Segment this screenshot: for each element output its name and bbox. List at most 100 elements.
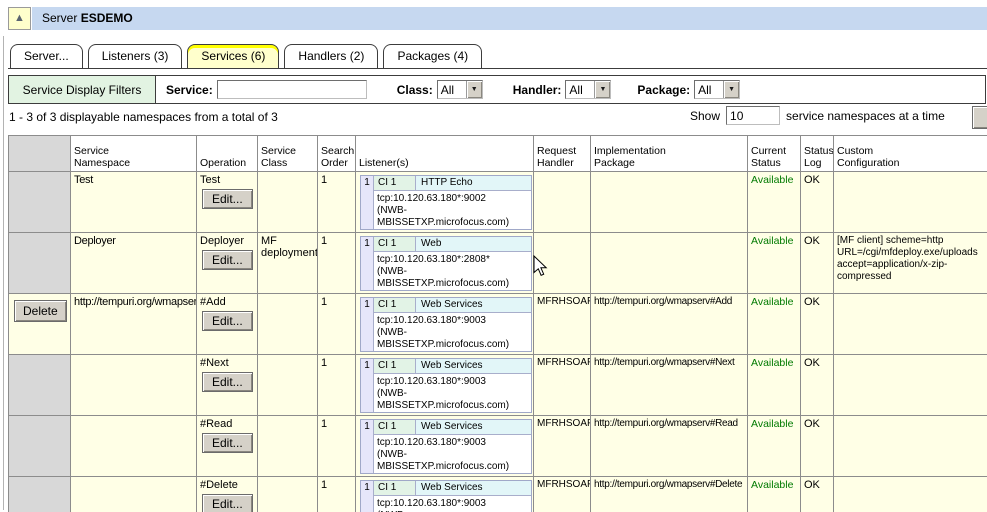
listener-box: 1 CI 1 Web tcp:10.120.63.180*:2808* (NWB… xyxy=(360,236,532,291)
row-action-cell xyxy=(9,477,71,512)
tab-listeners[interactable]: Listeners (3) xyxy=(88,44,183,68)
service-namespace-cell xyxy=(71,416,197,477)
listener-index: 1 xyxy=(361,298,374,351)
listener-address: tcp:10.120.63.180*:9003 xyxy=(377,437,531,449)
listener-address: tcp:10.120.63.180*:9003 xyxy=(377,376,531,388)
server-title-bar: Server ESDEMO xyxy=(32,7,987,30)
col-header-search-order: Search Order xyxy=(318,136,356,172)
next-page-button[interactable] xyxy=(972,106,987,129)
implementation-package-cell: http://tempuri.org/wmapserv#Delete xyxy=(591,477,748,512)
class-filter-value: All xyxy=(438,81,466,98)
delete-namespace-button[interactable]: Delete xyxy=(14,300,67,322)
class-filter-select[interactable]: All ▼ xyxy=(437,80,483,99)
listener-name: Web Services xyxy=(416,359,531,373)
col-header-status-log: Status Log xyxy=(801,136,834,172)
listener-index: 1 xyxy=(361,237,374,290)
search-order-cell: 1 xyxy=(318,416,356,477)
tab-server[interactable]: Server... xyxy=(10,44,83,68)
edit-operation-button[interactable]: Edit... xyxy=(202,433,253,453)
service-namespace-cell: http://tempuri.org/wmapserv xyxy=(71,294,197,355)
listener-index: 1 xyxy=(361,176,374,229)
service-class-cell xyxy=(258,477,318,512)
current-status-cell: Available xyxy=(748,355,801,416)
request-handler-cell xyxy=(534,172,591,233)
row-action-cell xyxy=(9,416,71,477)
request-handler-cell: MFRHSOAP xyxy=(534,355,591,416)
edit-operation-button[interactable]: Edit... xyxy=(202,189,253,209)
edit-operation-button[interactable]: Edit... xyxy=(202,250,253,270)
service-display-filters-label: Service Display Filters xyxy=(9,76,156,103)
service-namespace-cell: Test xyxy=(71,172,197,233)
collapse-panel-button[interactable]: ▲ xyxy=(8,7,31,30)
edit-operation-button[interactable]: Edit... xyxy=(202,372,253,392)
handler-filter-value: All xyxy=(566,81,594,98)
listener-host: (NWB-MBISSETXP.microfocus.com) xyxy=(377,266,531,290)
service-row-deployer: Deployer Deployer Edit... MF deployment … xyxy=(9,233,987,294)
listener-box: 1 CI 1 HTTP Echo tcp:10.120.63.180*:9002… xyxy=(360,175,532,230)
listener-index: 1 xyxy=(361,481,374,512)
search-order-cell: 1 xyxy=(318,355,356,416)
service-class-cell xyxy=(258,294,318,355)
tab-services[interactable]: Services (6) xyxy=(187,44,279,68)
listener-name: HTTP Echo xyxy=(416,176,531,190)
listener-name: Web Services xyxy=(416,420,531,434)
tab-packages[interactable]: Packages (4) xyxy=(383,44,482,68)
table-header-row: Service Namespace Operation Service Clas… xyxy=(9,136,987,172)
custom-configuration-cell xyxy=(834,294,987,355)
service-row-test: Test Test Edit... 1 1 CI 1 xyxy=(9,172,987,233)
listener-conversation: CI 1 xyxy=(374,176,416,190)
row-action-cell xyxy=(9,233,71,294)
show-count-controls: Show service namespaces at a time xyxy=(690,106,945,125)
listeners-cell: 1 CI 1 Web Services tcp:10.120.63.180*:9… xyxy=(356,416,534,477)
package-filter-label: Package: xyxy=(637,83,690,97)
listener-conversation: CI 1 xyxy=(374,481,416,495)
col-header-current-status: Current Status xyxy=(748,136,801,172)
services-table: Service Namespace Operation Service Clas… xyxy=(8,135,987,512)
handler-filter-label: Handler: xyxy=(513,83,562,97)
implementation-package-cell xyxy=(591,172,748,233)
row-action-cell xyxy=(9,355,71,416)
edit-operation-button[interactable]: Edit... xyxy=(202,494,253,512)
operation-name: #Add xyxy=(200,296,254,308)
col-header-request-handler: Request Handler xyxy=(534,136,591,172)
listener-box: 1 CI 1 Web Services tcp:10.120.63.180*:9… xyxy=(360,297,532,352)
package-filter-select[interactable]: All ▼ xyxy=(694,80,740,99)
col-header-operation: Operation xyxy=(197,136,258,172)
chevron-down-icon: ▼ xyxy=(466,81,482,98)
listener-conversation: CI 1 xyxy=(374,237,416,251)
triangle-up-icon: ▲ xyxy=(14,12,25,24)
listener-name: Web Services xyxy=(416,298,531,312)
tab-bar: Server... Listeners (3) Services (6) Han… xyxy=(8,44,987,69)
tab-handlers[interactable]: Handlers (2) xyxy=(284,44,378,68)
current-status-cell: Available xyxy=(748,233,801,294)
listener-address: tcp:10.120.63.180*:2808* xyxy=(377,254,531,266)
handler-filter-select[interactable]: All ▼ xyxy=(565,80,611,99)
server-name: ESDEMO xyxy=(81,11,133,25)
listeners-cell: 1 CI 1 Web Services tcp:10.120.63.180*:9… xyxy=(356,477,534,512)
show-label: Show xyxy=(690,109,720,123)
request-handler-cell: MFRHSOAP xyxy=(534,294,591,355)
listener-index: 1 xyxy=(361,359,374,412)
listener-host: (NWB-MBISSETXP.microfocus.com) xyxy=(377,205,531,229)
status-log-cell: OK xyxy=(801,294,834,355)
service-filter-label: Service: xyxy=(166,83,213,97)
operation-cell: #Delete Edit... xyxy=(197,477,258,512)
services-table-area: Service Namespace Operation Service Clas… xyxy=(8,135,987,512)
status-log-cell: OK xyxy=(801,233,834,294)
edit-operation-button[interactable]: Edit... xyxy=(202,311,253,331)
service-row-wmapserv-delete: #Delete Edit... 1 1 CI 1 Web Services xyxy=(9,477,987,512)
service-class-cell xyxy=(258,172,318,233)
service-row-wmapserv-next: #Next Edit... 1 1 CI 1 Web Services xyxy=(9,355,987,416)
row-action-cell: Delete xyxy=(9,294,71,355)
operation-cell: #Next Edit... xyxy=(197,355,258,416)
listener-box: 1 CI 1 Web Services tcp:10.120.63.180*:9… xyxy=(360,480,532,512)
search-order-cell: 1 xyxy=(318,477,356,512)
listener-conversation: CI 1 xyxy=(374,298,416,312)
listener-name: Web xyxy=(416,237,531,251)
listener-name: Web Services xyxy=(416,481,531,495)
custom-configuration-cell xyxy=(834,416,987,477)
listener-address: tcp:10.120.63.180*:9003 xyxy=(377,498,531,510)
service-row-wmapserv-add: Delete http://tempuri.org/wmapserv #Add … xyxy=(9,294,987,355)
service-filter-input[interactable] xyxy=(217,80,367,99)
show-count-input[interactable] xyxy=(726,106,780,125)
